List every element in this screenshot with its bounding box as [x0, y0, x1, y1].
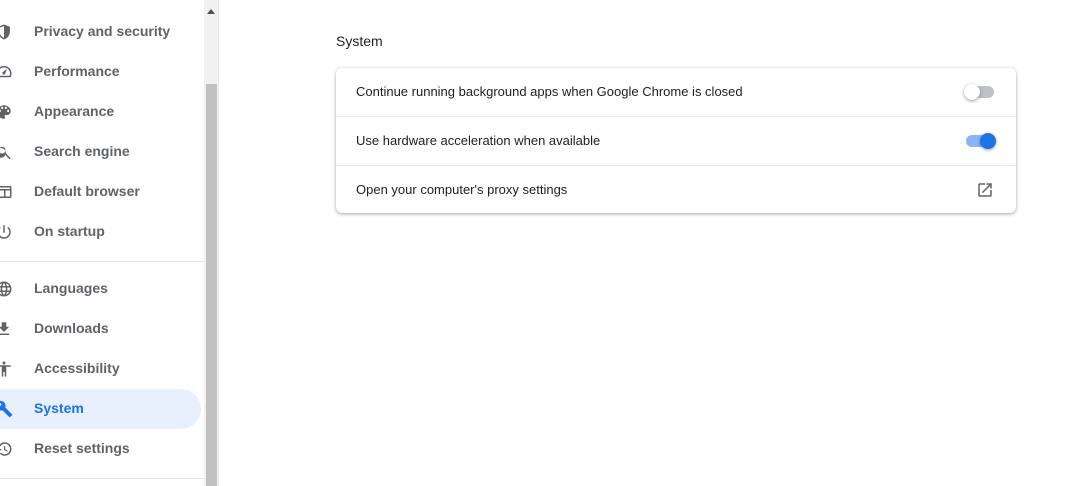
setting-row-background-apps[interactable]: Continue running background apps when Go… [336, 68, 1016, 116]
system-settings-card: Continue running background apps when Go… [336, 68, 1016, 213]
scrollbar-thumb[interactable] [206, 84, 217, 486]
sidebar-item-accessibility[interactable]: Accessibility [0, 349, 201, 389]
scroll-up-arrow-icon[interactable] [204, 0, 218, 22]
sidebar-item-label: Performance [34, 63, 120, 79]
setting-label: Continue running background apps when Go… [356, 84, 743, 99]
sidebar-item-downloads[interactable]: Downloads [0, 309, 201, 349]
sidebar-item-search-engine[interactable]: Search engine [0, 132, 201, 172]
sidebar-item-label: Downloads [34, 320, 109, 336]
section-title: System [336, 33, 383, 49]
sidebar-item-label: Appearance [34, 103, 115, 119]
download-icon [0, 319, 14, 339]
globe-icon [0, 279, 14, 299]
setting-label: Open your computer's proxy settings [356, 182, 568, 197]
sidebar-item-label: Languages [34, 280, 108, 296]
sidebar-item-privacy-and-security[interactable]: Privacy and security [0, 12, 201, 52]
sidebar-scrollbar[interactable] [204, 0, 219, 486]
sidebar-item-system[interactable]: System [0, 389, 201, 429]
setting-label: Use hardware acceleration when available [356, 133, 601, 148]
toggle-knob [980, 133, 996, 149]
sidebar-item-label: Search engine [34, 143, 130, 159]
sidebar-item-label: Privacy and security [34, 23, 171, 39]
shield-icon [0, 22, 14, 42]
sidebar-item-languages[interactable]: Languages [0, 269, 201, 309]
wrench-icon [0, 399, 14, 419]
speedometer-icon [0, 62, 14, 82]
sidebar-item-appearance[interactable]: Appearance [0, 92, 201, 132]
sidebar-item-on-startup[interactable]: On startup [0, 212, 201, 252]
toggle-knob [964, 84, 980, 100]
settings-sidebar: Privacy and security Performance Appeara… [0, 0, 204, 486]
sidebar-divider [0, 478, 204, 479]
setting-row-proxy-settings[interactable]: Open your computer's proxy settings [336, 166, 1016, 214]
browser-window-icon [0, 182, 14, 202]
search-icon [0, 142, 14, 162]
open-in-new-icon[interactable] [974, 179, 996, 201]
sidebar-divider [0, 261, 204, 262]
sidebar-item-reset-settings[interactable]: Reset settings [0, 429, 201, 469]
background-apps-toggle[interactable] [964, 84, 996, 100]
sidebar-item-label: On startup [34, 223, 105, 239]
power-icon [0, 222, 14, 242]
sidebar-item-label: System [34, 400, 84, 416]
settings-window: Privacy and security Performance Appeara… [0, 0, 1084, 486]
setting-row-hardware-acceleration[interactable]: Use hardware acceleration when available [336, 117, 1016, 165]
sidebar-item-performance[interactable]: Performance [0, 52, 201, 92]
palette-icon [0, 102, 14, 122]
history-icon [0, 439, 14, 459]
sidebar-item-label: Accessibility [34, 360, 120, 376]
sidebar-item-label: Reset settings [34, 440, 130, 456]
sidebar-item-default-browser[interactable]: Default browser [0, 172, 201, 212]
sidebar-item-label: Default browser [34, 183, 140, 199]
hardware-acceleration-toggle[interactable] [964, 133, 996, 149]
accessibility-icon [0, 359, 14, 379]
